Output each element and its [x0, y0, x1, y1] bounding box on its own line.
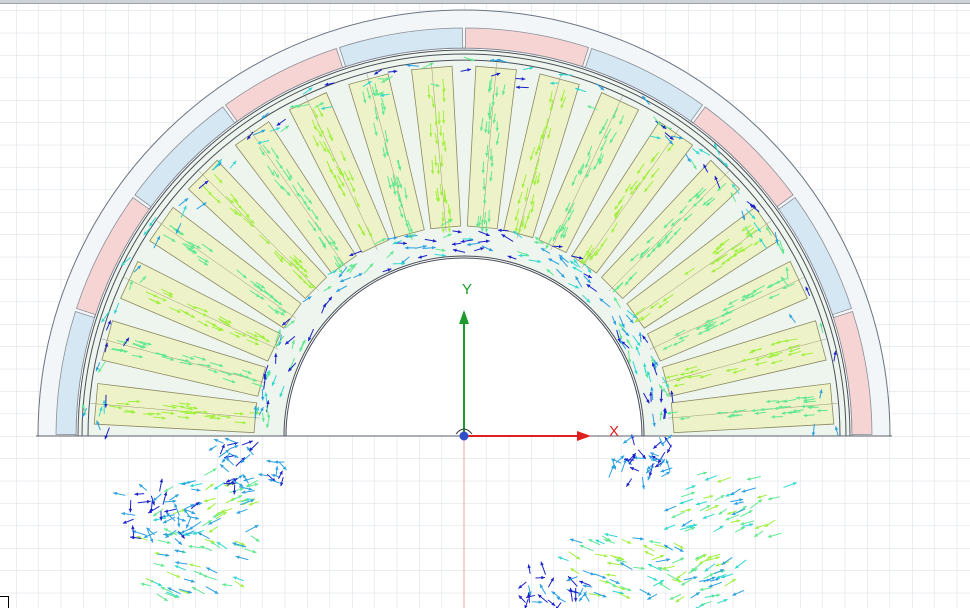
field-vector-viewport[interactable]: Y X — [0, 0, 970, 608]
vector-field-plot[interactable]: Y X — [0, 4, 970, 608]
x-axis-label: X — [609, 423, 619, 440]
y-axis-label: Y — [462, 281, 472, 298]
viewport-corner-mark — [0, 596, 9, 608]
